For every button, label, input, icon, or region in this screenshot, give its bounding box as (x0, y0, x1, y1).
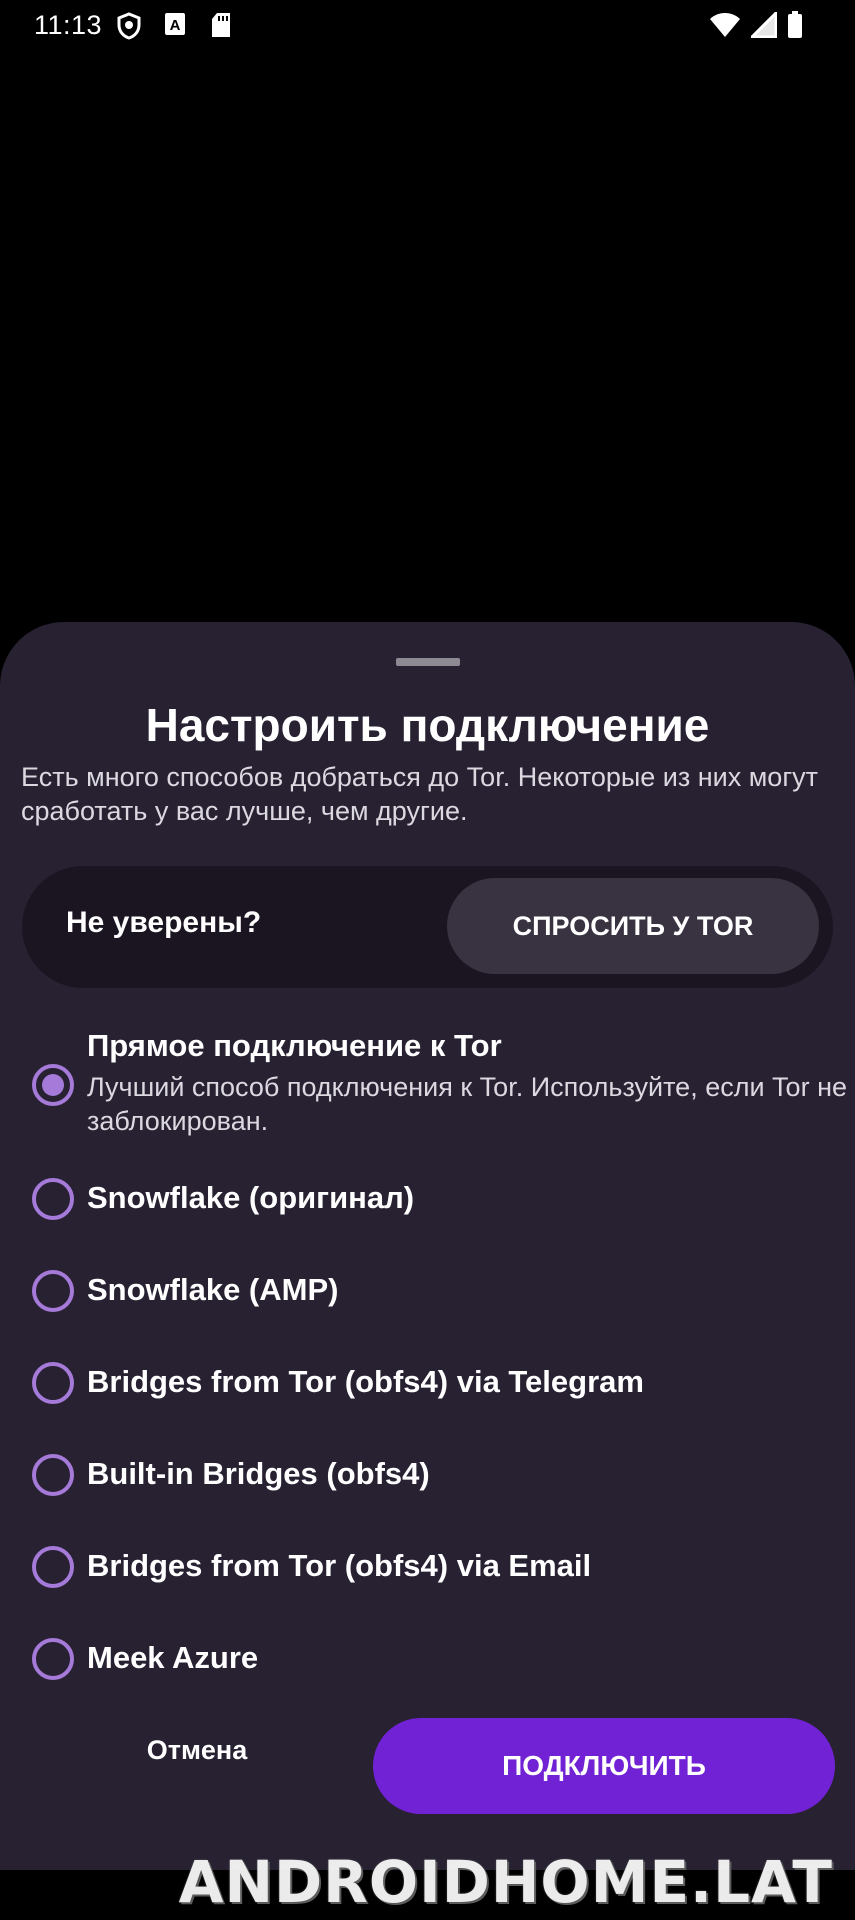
drag-handle[interactable] (396, 658, 460, 666)
option-title: Прямое подключение к Tor (87, 1028, 502, 1063)
status-time: 11:13 (34, 10, 103, 40)
radio-icon[interactable] (32, 1362, 74, 1404)
radio-icon[interactable] (32, 1178, 74, 1220)
wifi-icon (709, 12, 741, 43)
option-direct[interactable]: Прямое подключение к Tor Лучший способ п… (0, 1026, 855, 1136)
screen: 11:13 A Настроить подключение Есть много… (0, 0, 855, 1920)
not-sure-label: Не уверены? (66, 906, 262, 939)
sheet-subtitle: Есть много способов добраться до Tor. Не… (21, 762, 819, 826)
radio-icon[interactable] (32, 1454, 74, 1496)
watermark-text: ANDROIDHOME.LAT (178, 1848, 833, 1916)
radio-icon[interactable] (32, 1638, 74, 1680)
option-title: Snowflake (оригинал) (87, 1180, 415, 1215)
option-title: Bridges from Tor (obfs4) via Telegram (87, 1364, 644, 1399)
svg-text:A: A (170, 17, 181, 34)
bottom-sheet: Настроить подключение Есть много способо… (0, 622, 855, 1870)
option-meek-azure[interactable]: Meek Azure (0, 1638, 855, 1698)
radio-icon[interactable] (32, 1546, 74, 1588)
option-title: Meek Azure (87, 1640, 259, 1675)
sd-card-icon (210, 12, 232, 43)
option-snowflake-amp[interactable]: Snowflake (AMP) (0, 1270, 855, 1330)
battery-icon (787, 11, 803, 44)
keyboard-a-icon: A (164, 12, 186, 41)
option-title: Built-in Bridges (obfs4) (87, 1456, 430, 1491)
cancel-button[interactable]: Отмена (110, 1720, 284, 1780)
ask-tor-bar: Не уверены? СПРОСИТЬ У TOR (22, 866, 833, 988)
option-bridges-telegram[interactable]: Bridges from Tor (obfs4) via Telegram (0, 1362, 855, 1422)
radio-selected-icon[interactable] (32, 1064, 74, 1106)
sheet-title: Настроить подключение (145, 699, 710, 751)
option-builtin-bridges[interactable]: Built-in Bridges (obfs4) (0, 1454, 855, 1514)
shield-icon (116, 12, 142, 45)
status-bar: 11:13 A (0, 0, 855, 50)
option-title: Snowflake (AMP) (87, 1272, 339, 1307)
option-bridges-email[interactable]: Bridges from Tor (obfs4) via Email (0, 1546, 855, 1606)
signal-icon (748, 9, 778, 43)
option-snowflake-original[interactable]: Snowflake (оригинал) (0, 1178, 855, 1238)
option-description: Лучший способ подключения к Tor. Использ… (87, 1072, 847, 1136)
radio-icon[interactable] (32, 1270, 74, 1312)
option-title: Bridges from Tor (obfs4) via Email (87, 1548, 592, 1583)
connect-button[interactable]: ПОДКЛЮЧИТЬ (373, 1718, 835, 1814)
ask-tor-button[interactable]: СПРОСИТЬ У TOR (447, 878, 819, 974)
